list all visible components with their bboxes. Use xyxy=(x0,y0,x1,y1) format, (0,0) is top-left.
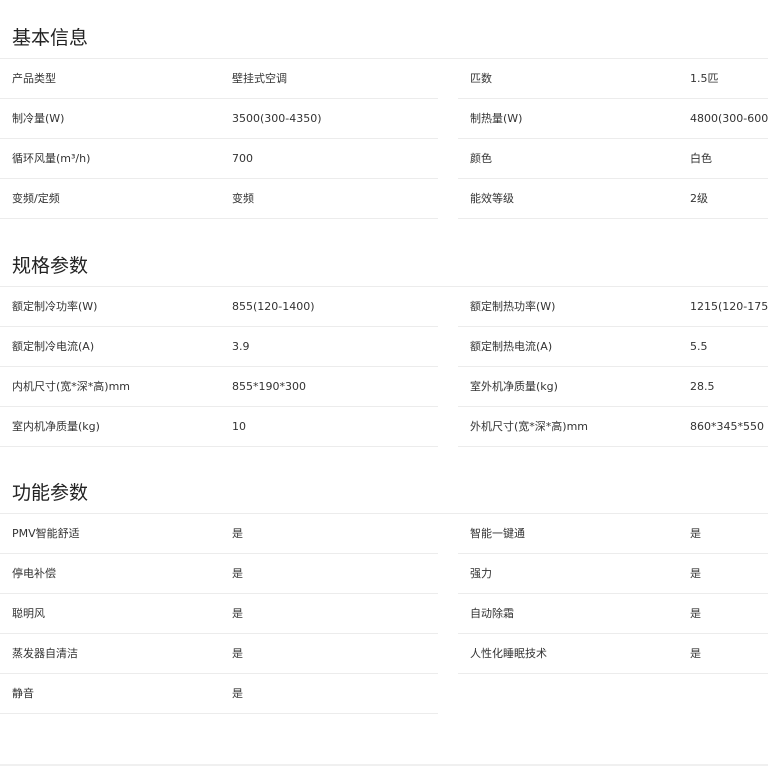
spec-value: 是 xyxy=(232,527,243,540)
table-row: 室内机净质量(kg) 10 外机尺寸(宽*深*高)mm 860*345*550 xyxy=(0,407,768,447)
table-row: 内机尺寸(宽*深*高)mm 855*190*300 室外机净质量(kg) 28.… xyxy=(0,367,768,407)
spec-cell: 静音 是 xyxy=(0,674,438,714)
spec-cell: 产品类型 壁挂式空调 xyxy=(0,59,438,99)
table-row: 静音 是 xyxy=(0,674,768,714)
spec-label: 额定制冷功率(W) xyxy=(12,300,98,313)
spec-value: 是 xyxy=(232,607,243,620)
spec-table: 额定制冷功率(W) 855(120-1400) 额定制热功率(W) 1215(1… xyxy=(0,287,768,447)
table-row: 蒸发器自清洁 是 人性化睡眠技术 是 xyxy=(0,634,768,674)
spec-table: PMV智能舒适 是 智能一键通 是 停电补偿 是 强力 是 聪明风 是 自动除霜… xyxy=(0,514,768,714)
spec-cell: 人性化睡眠技术 是 xyxy=(458,634,768,674)
section-title: 规格参数 xyxy=(12,255,89,277)
spec-label: 额定制热电流(A) xyxy=(470,340,553,353)
spec-cell: 室内机净质量(kg) 10 xyxy=(0,407,438,447)
spec-label: 自动除霜 xyxy=(470,607,514,620)
spec-value: 是 xyxy=(690,567,701,580)
table-row: 循环风量(m³/h) 700 颜色 白色 xyxy=(0,139,768,179)
spec-label: 变频/定频 xyxy=(12,192,60,205)
spec-cell: 自动除霜 是 xyxy=(458,594,768,634)
spec-label: 智能一键通 xyxy=(470,527,525,540)
spec-value: 2级 xyxy=(690,192,708,205)
spec-cell: 外机尺寸(宽*深*高)mm 860*345*550 xyxy=(458,407,768,447)
page-bottom-divider xyxy=(0,764,768,766)
spec-page: 基本信息 产品类型 壁挂式空调 匹数 1.5匹 制冷量(W) 3500(300-… xyxy=(0,0,768,768)
spec-value: 是 xyxy=(232,687,243,700)
spec-cell: 额定制热功率(W) 1215(120-1750) xyxy=(458,287,768,327)
spec-value: 1.5匹 xyxy=(690,72,719,85)
spec-cell: 变频/定频 变频 xyxy=(0,179,438,219)
spec-value: 是 xyxy=(232,647,243,660)
spec-cell: 智能一键通 是 xyxy=(458,514,768,554)
spec-label: 室外机净质量(kg) xyxy=(470,380,558,393)
spec-value: 10 xyxy=(232,420,246,433)
spec-value: 变频 xyxy=(232,192,254,205)
spec-value: 3500(300-4350) xyxy=(232,112,322,125)
spec-value: 白色 xyxy=(690,152,712,165)
spec-value: 5.5 xyxy=(690,340,708,353)
spec-cell: 内机尺寸(宽*深*高)mm 855*190*300 xyxy=(0,367,438,407)
section-title: 功能参数 xyxy=(12,482,89,504)
spec-cell-empty xyxy=(458,674,768,713)
spec-cell: 颜色 白色 xyxy=(458,139,768,179)
table-row: 产品类型 壁挂式空调 匹数 1.5匹 xyxy=(0,59,768,99)
spec-label: 额定制热功率(W) xyxy=(470,300,556,313)
spec-cell: 额定制冷电流(A) 3.9 xyxy=(0,327,438,367)
spec-cell: 室外机净质量(kg) 28.5 xyxy=(458,367,768,407)
spec-value: 3.9 xyxy=(232,340,250,353)
spec-cell: 制冷量(W) 3500(300-4350) xyxy=(0,99,438,139)
spec-label: 强力 xyxy=(470,567,492,580)
spec-label: 外机尺寸(宽*深*高)mm xyxy=(470,420,589,433)
spec-cell: 匹数 1.5匹 xyxy=(458,59,768,99)
table-row: PMV智能舒适 是 智能一键通 是 xyxy=(0,514,768,554)
table-row: 变频/定频 变频 能效等级 2级 xyxy=(0,179,768,219)
spec-cell: 循环风量(m³/h) 700 xyxy=(0,139,438,179)
spec-value: 是 xyxy=(232,567,243,580)
spec-label: 产品类型 xyxy=(12,72,56,85)
spec-label: 制冷量(W) xyxy=(12,112,65,125)
spec-value: 是 xyxy=(690,647,701,660)
spec-label: 能效等级 xyxy=(470,192,514,205)
spec-cell: 额定制冷功率(W) 855(120-1400) xyxy=(0,287,438,327)
spec-table: 产品类型 壁挂式空调 匹数 1.5匹 制冷量(W) 3500(300-4350)… xyxy=(0,59,768,219)
spec-label: 匹数 xyxy=(470,72,492,85)
table-row: 额定制冷电流(A) 3.9 额定制热电流(A) 5.5 xyxy=(0,327,768,367)
spec-value: 855(120-1400) xyxy=(232,300,315,313)
spec-cell: 聪明风 是 xyxy=(0,594,438,634)
spec-label: 制热量(W) xyxy=(470,112,523,125)
spec-value: 855*190*300 xyxy=(232,380,306,393)
spec-value: 4800(300-6000) xyxy=(690,112,768,125)
spec-cell: 停电补偿 是 xyxy=(0,554,438,594)
spec-label: PMV智能舒适 xyxy=(12,527,80,540)
spec-label: 人性化睡眠技术 xyxy=(470,647,547,660)
spec-cell: 强力 是 xyxy=(458,554,768,594)
spec-label: 内机尺寸(宽*深*高)mm xyxy=(12,380,131,393)
spec-label: 蒸发器自清洁 xyxy=(12,647,78,660)
spec-cell: 能效等级 2级 xyxy=(458,179,768,219)
spec-value: 壁挂式空调 xyxy=(232,72,287,85)
spec-value: 是 xyxy=(690,527,701,540)
table-row: 额定制冷功率(W) 855(120-1400) 额定制热功率(W) 1215(1… xyxy=(0,287,768,327)
section-title: 基本信息 xyxy=(12,27,89,49)
spec-value: 是 xyxy=(690,607,701,620)
spec-cell: PMV智能舒适 是 xyxy=(0,514,438,554)
table-row: 制冷量(W) 3500(300-4350) 制热量(W) 4800(300-60… xyxy=(0,99,768,139)
spec-label: 颜色 xyxy=(470,152,492,165)
spec-value: 860*345*550 xyxy=(690,420,764,433)
spec-cell: 制热量(W) 4800(300-6000) xyxy=(458,99,768,139)
spec-label: 循环风量(m³/h) xyxy=(12,152,91,165)
spec-value: 28.5 xyxy=(690,380,715,393)
spec-label: 室内机净质量(kg) xyxy=(12,420,100,433)
spec-label: 额定制冷电流(A) xyxy=(12,340,95,353)
table-row: 停电补偿 是 强力 是 xyxy=(0,554,768,594)
spec-label: 停电补偿 xyxy=(12,567,56,580)
table-row: 聪明风 是 自动除霜 是 xyxy=(0,594,768,634)
spec-value: 1215(120-1750) xyxy=(690,300,768,313)
spec-label: 聪明风 xyxy=(12,607,45,620)
spec-cell: 额定制热电流(A) 5.5 xyxy=(458,327,768,367)
spec-value: 700 xyxy=(232,152,253,165)
spec-label: 静音 xyxy=(12,687,34,700)
spec-cell: 蒸发器自清洁 是 xyxy=(0,634,438,674)
